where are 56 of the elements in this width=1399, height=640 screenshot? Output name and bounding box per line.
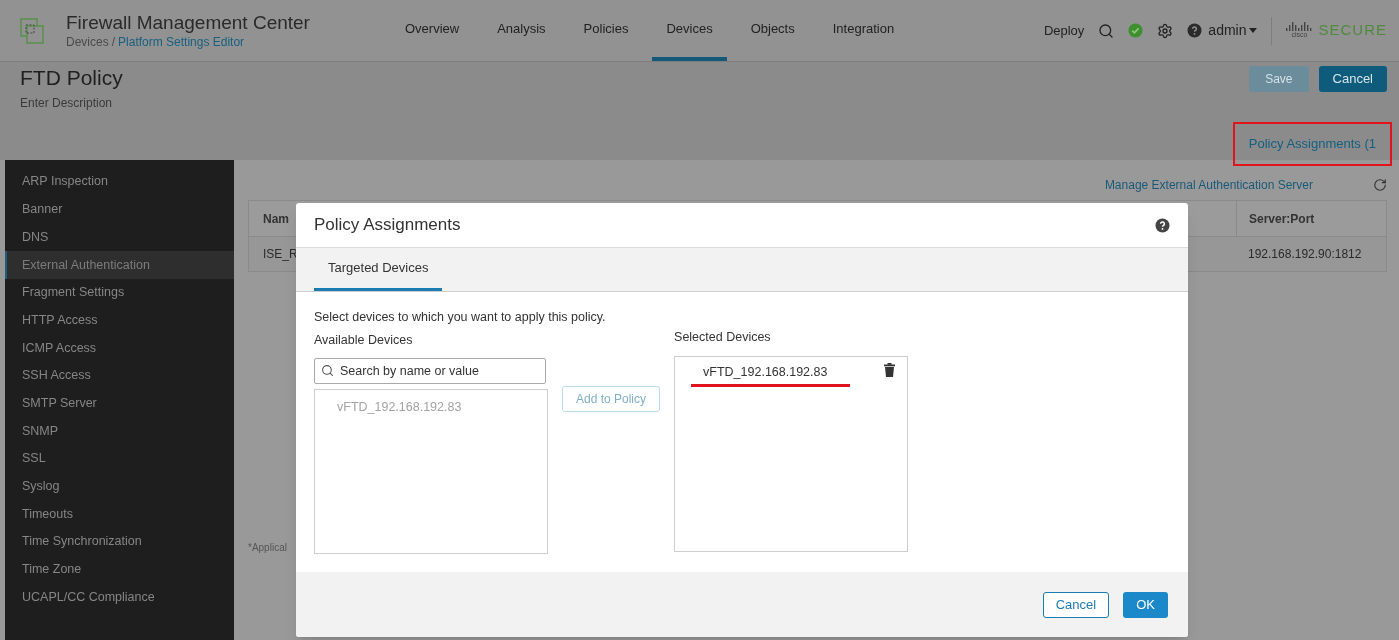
table-cell-text: 192.168.192.90:1812 (1247, 246, 1363, 263)
sidebar-item[interactable]: Time Zone (5, 555, 234, 584)
sidebar-item[interactable]: External Authentication (5, 251, 234, 279)
sidebar-item[interactable]: Banner (5, 195, 234, 224)
sidebar-item[interactable]: ARP Inspection (5, 168, 234, 196)
nav-tab[interactable]: Policies (569, 0, 643, 61)
column-header: Server:Port (1236, 201, 1386, 236)
ok-button[interactable]: OK (1123, 591, 1168, 618)
sidebar-item[interactable]: SSH Access (5, 361, 234, 390)
nav-tab[interactable]: Overview (391, 0, 474, 61)
app-title: Firewall Management Center (66, 11, 311, 34)
user-menu[interactable]: admin (1208, 20, 1258, 41)
sidebar-item[interactable]: ICMP Access (5, 334, 234, 362)
nav-tab[interactable]: Integration (818, 0, 909, 61)
selected-devices-label: Selected Devices (674, 328, 772, 346)
breadcrumb-item: / (111, 33, 117, 50)
sidebar-item[interactable]: Fragment Settings (5, 278, 234, 307)
deploy-link[interactable]: Deploy (1043, 20, 1085, 41)
sidebar-item[interactable]: Time Synchronization (5, 527, 234, 556)
sidebar-item[interactable]: Timeouts (5, 500, 234, 528)
status-check-icon[interactable] (1128, 23, 1144, 38)
search-field[interactable]: Search by name or value (314, 358, 546, 385)
sidebar-item[interactable]: SMTP Server (5, 389, 234, 418)
sidebar-item[interactable]: SSL (5, 444, 234, 473)
caret-icon (1249, 28, 1258, 33)
device-item[interactable]: vFTD_192.168.192.83 (691, 362, 840, 382)
table-cell-text: ISE_R (262, 246, 299, 263)
settings-icon[interactable] (1157, 22, 1174, 39)
breadcrumb-item: Devices (66, 33, 110, 50)
trash-icon[interactable] (884, 362, 896, 377)
policy-title: FTD Policy (20, 65, 123, 91)
refresh-icon[interactable] (1373, 178, 1387, 192)
cancel-button[interactable]: Cancel (1042, 591, 1110, 618)
help-icon[interactable] (1187, 23, 1203, 38)
sidebar-item[interactable]: HTTP Access (5, 306, 234, 335)
sidebar-item[interactable]: Syslog (5, 472, 234, 501)
nav-tab[interactable]: Analysis (483, 0, 560, 61)
brand-name: SECURE (1318, 20, 1387, 41)
search-icon (321, 364, 334, 378)
bridge-bars-icon (1286, 22, 1313, 31)
manage-server-link[interactable]: Manage External Authentication Server (1104, 176, 1313, 194)
instruction-text: Select devices to which you want to apply this policy. (314, 308, 607, 326)
footnote: *Applical (248, 541, 288, 555)
available-devices-label: Available Devices (314, 331, 414, 349)
help-icon[interactable] (1155, 217, 1170, 233)
column-header: Nam (262, 210, 290, 228)
sidebar-item[interactable]: SNMP (5, 417, 234, 445)
cancel-button[interactable]: Cancel (1318, 66, 1387, 92)
sidebar-item[interactable]: UCAPL/CC Compliance (5, 583, 234, 611)
app-logo-icon (20, 17, 44, 44)
dialog-tab[interactable]: Targeted Devices (314, 248, 443, 291)
sidebar-item[interactable]: DNS (5, 223, 234, 252)
search-icon[interactable] (1098, 22, 1115, 39)
dialog-title: Policy Assignments (314, 214, 461, 237)
nav-tab[interactable]: Objects (736, 0, 809, 61)
policy-description: Enter Description (20, 95, 114, 112)
